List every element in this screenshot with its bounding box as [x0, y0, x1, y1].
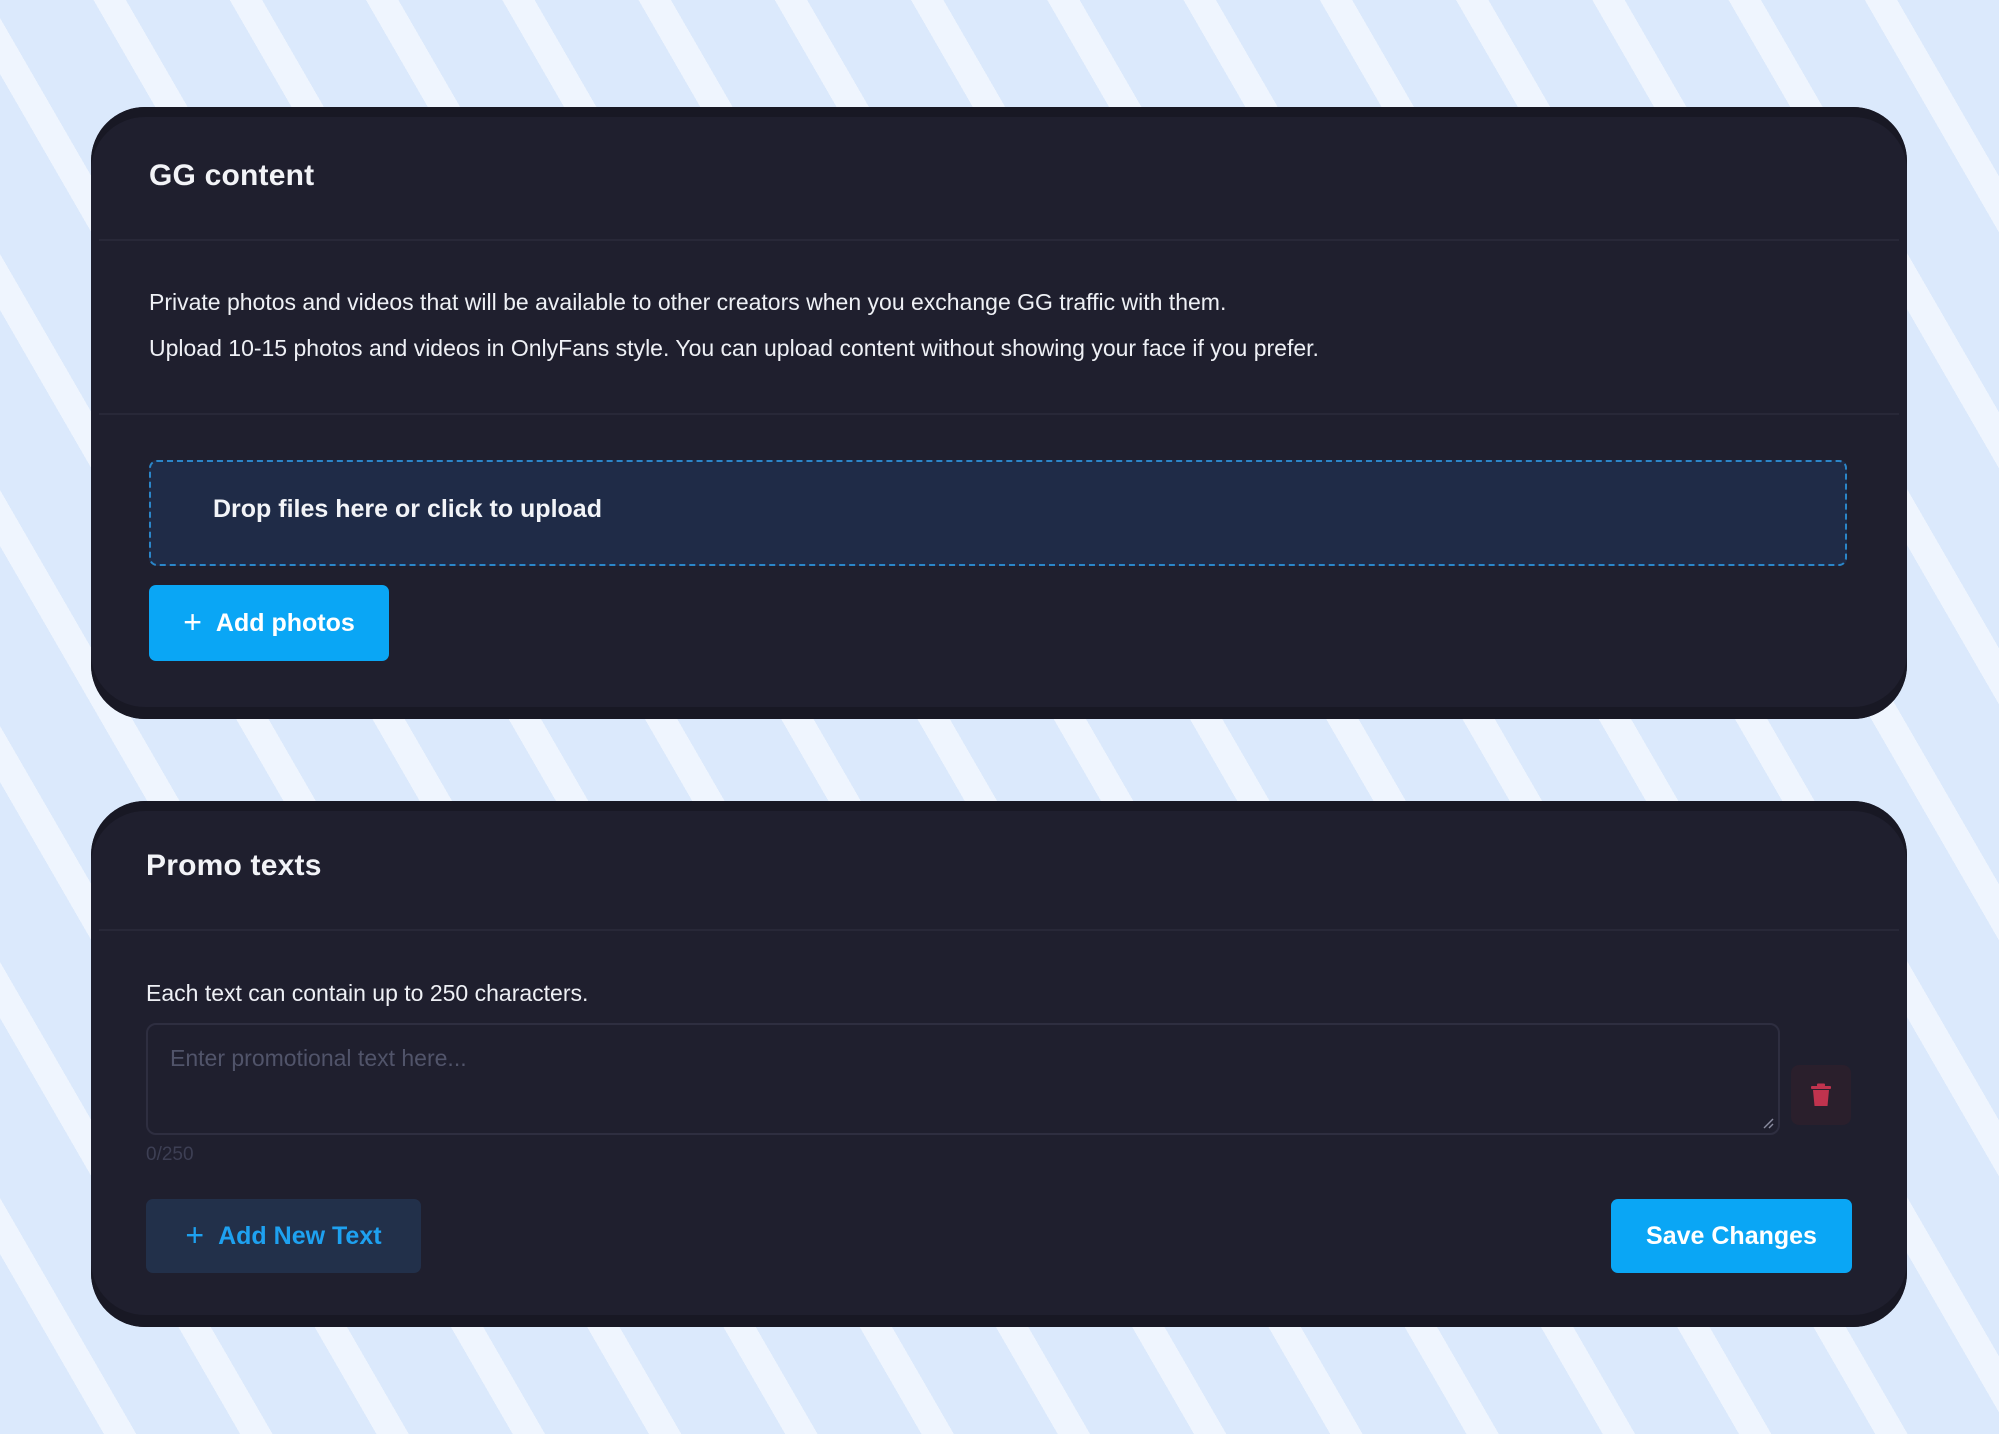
plus-icon: +: [183, 604, 202, 640]
gg-content-description-line-1: Private photos and videos that will be a…: [149, 289, 1227, 315]
promo-text-input[interactable]: [148, 1025, 1778, 1133]
char-counter: 0/250: [146, 1144, 194, 1165]
add-new-text-button[interactable]: + Add New Text: [146, 1199, 421, 1273]
gg-content-description-line-2: Upload 10-15 photos and videos in OnlyFa…: [149, 335, 1319, 361]
plus-icon: +: [185, 1217, 205, 1253]
dropzone-label: Drop files here or click to upload: [213, 495, 602, 523]
resize-handle-icon[interactable]: [1762, 1117, 1774, 1129]
promo-texts-title: Promo texts: [146, 849, 322, 882]
promo-text-field-wrapper: [146, 1023, 1780, 1135]
trash-icon: [1811, 1083, 1831, 1106]
promo-texts-header-divider: [99, 929, 1899, 931]
promo-texts-card: Promo texts Each text can contain up to …: [91, 801, 1907, 1327]
add-photos-label: Add photos: [215, 608, 355, 637]
gg-content-card: GG content Private photos and videos tha…: [91, 107, 1907, 719]
file-dropzone[interactable]: Drop files here or click to upload: [149, 460, 1847, 566]
save-changes-button[interactable]: Save Changes: [1611, 1199, 1852, 1273]
save-changes-label: Save Changes: [1646, 1221, 1817, 1250]
gg-content-title: GG content: [149, 159, 315, 192]
gg-content-header-divider: [99, 239, 1899, 241]
add-photos-button[interactable]: + Add photos: [149, 585, 389, 661]
add-new-text-label: Add New Text: [218, 1221, 382, 1250]
delete-text-button[interactable]: [1791, 1065, 1851, 1125]
gg-content-body-divider: [99, 413, 1899, 415]
promo-texts-hint: Each text can contain up to 250 characte…: [146, 980, 589, 1006]
